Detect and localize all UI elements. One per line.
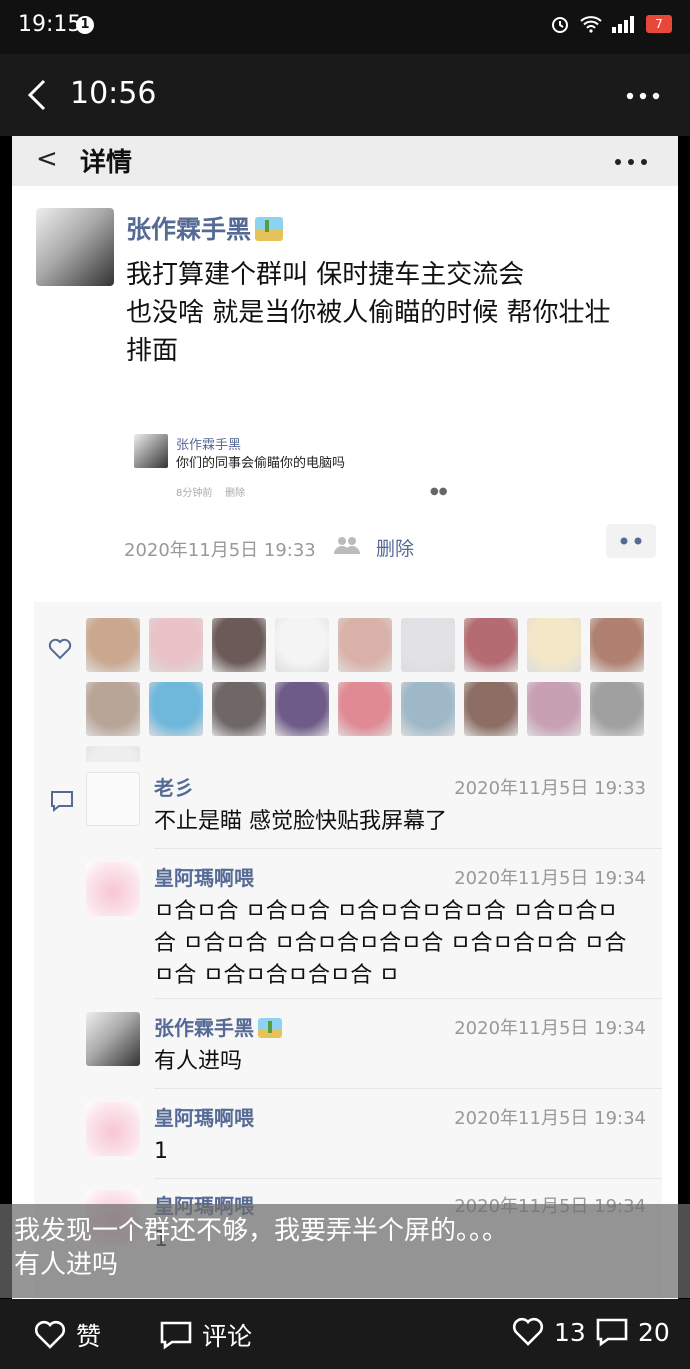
post-text-line: 也没啥 就是当你被人偷瞄的时候 帮你壮壮 xyxy=(126,298,611,328)
commenter-name[interactable]: 老彡 xyxy=(154,772,194,801)
post-text-line: 我打算建个群叫 保时捷车主交流会 xyxy=(126,260,525,290)
like-count: 13 xyxy=(554,1317,586,1347)
like-label: 赞 xyxy=(76,1322,102,1351)
shared-time: 8分钟前 xyxy=(176,488,213,499)
commenter-name-text: 张作霖手黑 xyxy=(154,1016,254,1040)
like-avatar[interactable] xyxy=(149,682,203,736)
like-avatar[interactable] xyxy=(464,618,518,672)
caption-line: 我发现一个群还不够，我要弄半个屏的。。。 xyxy=(14,1216,509,1246)
beach-emoji-icon xyxy=(255,217,284,241)
bottom-action-bar: 赞 评论 13 20 xyxy=(0,1299,690,1369)
inner-more-icon[interactable] xyxy=(614,158,648,166)
heart-count-icon xyxy=(512,1317,544,1346)
like-avatar[interactable] xyxy=(527,618,581,672)
inner-back-icon[interactable]: < xyxy=(36,144,58,174)
poster-name[interactable]: 张作霖手黑 xyxy=(126,210,284,246)
post-text: 我打算建个群叫 保时捷车主交流会 也没啥 就是当你被人偷瞄的时候 帮你壮壮 排面 xyxy=(126,256,666,370)
alarm-icon xyxy=(552,17,568,33)
like-avatar[interactable] xyxy=(590,618,644,672)
shared-avatar xyxy=(134,434,168,468)
shared-dots-icon: ●● xyxy=(430,486,448,497)
comment-divider xyxy=(154,848,662,849)
comment-text: 不止是瞄 感觉脸快贴我屏幕了 xyxy=(154,809,447,834)
heart-icon xyxy=(48,638,72,660)
status-time: 19:15 xyxy=(18,12,82,37)
poster-avatar[interactable] xyxy=(36,208,114,286)
inner-title: 详情 xyxy=(80,148,133,178)
comment-text: 1 xyxy=(154,1139,168,1164)
like-avatar[interactable] xyxy=(401,618,455,672)
poster-name-text: 张作霖手黑 xyxy=(126,215,252,244)
comment-text: 有人进吗 xyxy=(154,1049,243,1074)
shared-image[interactable]: 张作霖手黑 你们的同事会偷瞄你的电脑吗 8分钟前 删除 ●● xyxy=(134,434,454,502)
comment-count-button[interactable]: 20 xyxy=(596,1317,670,1347)
comment-bubble-icon xyxy=(51,791,73,812)
post-text-line: 排面 xyxy=(126,336,179,366)
shared-author: 张作霖手黑 xyxy=(176,438,242,453)
friends-icon xyxy=(334,537,360,554)
commenter-avatar[interactable] xyxy=(86,772,140,826)
commenter-name[interactable]: 张作霖手黑 xyxy=(154,1012,282,1041)
back-icon[interactable] xyxy=(22,78,52,112)
signal-icon xyxy=(612,16,634,33)
like-avatar[interactable] xyxy=(464,682,518,736)
like-avatar[interactable] xyxy=(527,682,581,736)
comment-divider xyxy=(154,1178,662,1179)
like-avatar[interactable] xyxy=(590,682,644,736)
beach-emoji-icon xyxy=(258,1018,282,1038)
status-bar: 19:15 1 7 xyxy=(0,0,690,54)
shared-delete: 删除 xyxy=(225,488,246,499)
caption-line: 有人进吗 xyxy=(14,1250,119,1280)
heart-outline-icon xyxy=(34,1320,66,1349)
comment-count-icon xyxy=(596,1318,628,1347)
notification-badge: 1 xyxy=(76,16,94,34)
like-avatar[interactable] xyxy=(212,682,266,736)
like-avatar[interactable] xyxy=(275,682,329,736)
commenter-avatar[interactable] xyxy=(86,1012,140,1066)
caption-overlay: 我发现一个群还不够，我要弄半个屏的。。。 有人进吗 xyxy=(0,1204,690,1298)
wifi-icon xyxy=(580,16,602,33)
status-icons: 7 xyxy=(550,14,672,34)
commenter-avatar[interactable] xyxy=(86,1102,140,1156)
commenter-name[interactable]: 皇阿瑪啊喂 xyxy=(154,1102,254,1131)
app-bar: 10:56 xyxy=(0,54,690,136)
screenshot-panel: < 详情 张作霖手黑 我打算建个群叫 保时捷车主交流会 也没啥 就是当你被人偷瞄… xyxy=(12,136,678,1299)
inner-nav-bar: < 详情 xyxy=(12,136,678,186)
comment-count: 20 xyxy=(638,1317,670,1347)
post-timestamp: 2020年11月5日 19:33 xyxy=(124,540,316,561)
comment-text: ㅁ合ㅁ合 ㅁ合ㅁ合 ㅁ合ㅁ合ㅁ合ㅁ合 ㅁ合ㅁ合ㅁ合 ㅁ合ㅁ合 ㅁ合ㅁ合ㅁ合ㅁ合 … xyxy=(154,899,627,988)
commenter-name[interactable]: 皇阿瑪啊喂 xyxy=(154,862,254,891)
like-avatar[interactable] xyxy=(149,618,203,672)
shared-meta: 8分钟前 删除 xyxy=(176,484,245,499)
app-title: 10:56 xyxy=(70,76,157,111)
comment-divider xyxy=(154,1088,662,1089)
more-icon[interactable] xyxy=(626,92,660,100)
shared-text: 你们的同事会偷瞄你的电脑吗 xyxy=(176,456,346,471)
comment-label: 评论 xyxy=(202,1322,253,1351)
delete-link[interactable]: 删除 xyxy=(376,534,414,561)
like-avatar[interactable] xyxy=(338,682,392,736)
like-button[interactable]: 赞 xyxy=(34,1317,101,1353)
post-more-icon xyxy=(620,537,642,545)
comment-time: 2020年11月5日 19:34 xyxy=(454,868,646,889)
like-avatar[interactable] xyxy=(401,682,455,736)
comment-time: 2020年11月5日 19:34 xyxy=(454,1108,646,1129)
comment-time: 2020年11月5日 19:33 xyxy=(454,778,646,799)
like-count-button[interactable]: 13 xyxy=(512,1317,586,1347)
moment-post: 张作霖手黑 我打算建个群叫 保时捷车主交流会 也没啥 就是当你被人偷瞄的时候 帮… xyxy=(12,186,678,812)
like-avatar[interactable] xyxy=(86,682,140,736)
comment-button[interactable]: 评论 xyxy=(160,1317,252,1353)
post-action-button[interactable] xyxy=(606,524,656,558)
comment-divider xyxy=(154,998,662,999)
comment-time: 2020年11月5日 19:34 xyxy=(454,1018,646,1039)
comment-outline-icon xyxy=(160,1321,192,1350)
like-avatar[interactable] xyxy=(86,618,140,672)
commenter-avatar[interactable] xyxy=(86,862,140,916)
like-avatar[interactable] xyxy=(275,618,329,672)
like-avatar[interactable] xyxy=(212,618,266,672)
like-avatar[interactable] xyxy=(338,618,392,672)
battery-icon: 7 xyxy=(646,15,672,33)
